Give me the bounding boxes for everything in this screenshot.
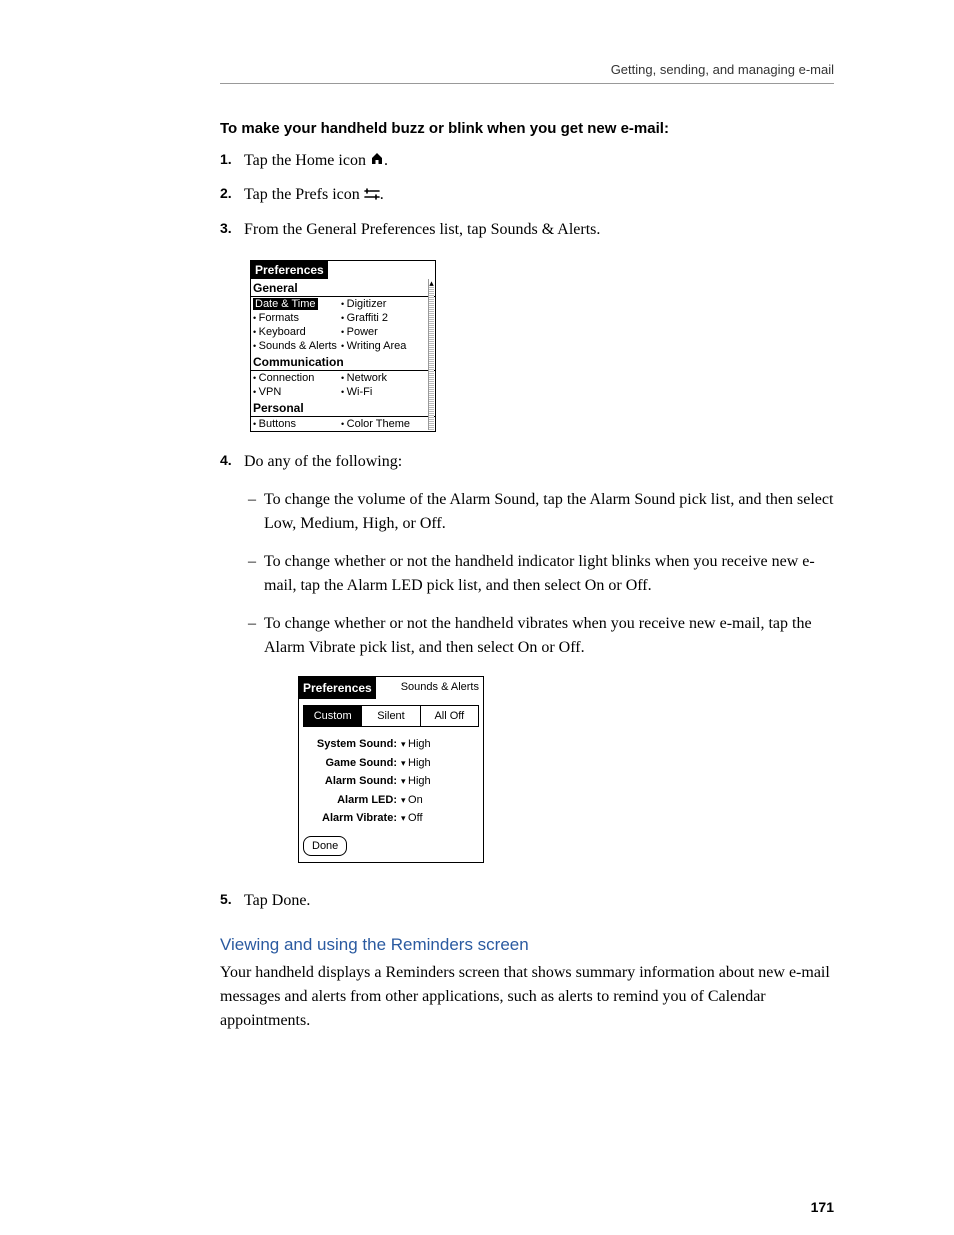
setting-label: Game Sound: xyxy=(305,755,401,772)
palm-section-communication: Communication xyxy=(251,353,435,371)
scroll-track[interactable] xyxy=(429,287,434,430)
substep-text: To change whether or not the handheld in… xyxy=(264,550,834,598)
setting-value-picklist[interactable]: High xyxy=(401,736,431,753)
step-number: 4. xyxy=(220,450,244,471)
pref-item-writing-area[interactable]: Writing Area xyxy=(341,340,406,352)
step-number: 3. xyxy=(220,218,244,239)
step-text: Tap Done. xyxy=(244,889,834,913)
substep-text: To change the volume of the Alarm Sound,… xyxy=(264,488,834,536)
task-title: To make your handheld buzz or blink when… xyxy=(220,120,834,137)
setting-value-picklist[interactable]: High xyxy=(401,773,431,790)
setting-label: Alarm Vibrate: xyxy=(305,810,401,827)
body-paragraph: Your handheld displays a Reminders scree… xyxy=(220,961,834,1033)
pref-item-graffiti[interactable]: Graffiti 2 xyxy=(341,312,388,324)
pref-item-buttons[interactable]: Buttons xyxy=(253,418,341,430)
screenshot-preferences-list: Preferences General Date & Time Digitizer… xyxy=(250,260,436,432)
pref-item-digitizer[interactable]: Digitizer xyxy=(341,298,386,310)
setting-alarm-vibrate: Alarm Vibrate:Off xyxy=(299,809,483,828)
page-number: 171 xyxy=(811,1199,834,1215)
done-button[interactable]: Done xyxy=(303,836,347,857)
step-text: Do any of the following: xyxy=(244,453,402,470)
setting-label: System Sound: xyxy=(305,736,401,753)
step-number: 5. xyxy=(220,889,244,910)
step-number: 1. xyxy=(220,149,244,170)
palm2-subtitle: Sounds & Alerts xyxy=(401,677,483,696)
palm-section-personal: Personal xyxy=(251,399,435,417)
pref-item-wifi[interactable]: Wi-Fi xyxy=(341,386,372,398)
pref-item-power[interactable]: Power xyxy=(341,326,378,338)
pref-item-date-time[interactable]: Date & Time xyxy=(253,298,318,310)
palm2-title: Preferences xyxy=(299,677,376,699)
tab-all-off[interactable]: All Off xyxy=(421,706,478,727)
screenshot-sounds-alerts: Preferences Sounds & Alerts Custom Silen… xyxy=(298,676,484,864)
setting-value-picklist[interactable]: On xyxy=(401,792,423,809)
scroll-up-icon[interactable]: ▴ xyxy=(429,279,434,287)
step-2: 2. Tap the Prefs icon . xyxy=(220,183,834,207)
step-text-post: . xyxy=(384,152,388,169)
home-icon xyxy=(370,149,384,173)
setting-label: Alarm LED: xyxy=(305,792,401,809)
step-text-post: . xyxy=(380,186,384,203)
running-header: Getting, sending, and managing e-mail xyxy=(220,62,834,84)
section-heading-reminders: Viewing and using the Reminders screen xyxy=(220,935,834,955)
pref-item-formats[interactable]: Formats xyxy=(253,312,341,324)
setting-alarm-sound: Alarm Sound:High xyxy=(299,772,483,791)
pref-item-connection[interactable]: Connection xyxy=(253,372,341,384)
substep: –To change whether or not the handheld i… xyxy=(244,550,834,598)
pref-item-color-theme[interactable]: Color Theme xyxy=(341,418,410,430)
step-1: 1. Tap the Home icon . xyxy=(220,149,834,173)
substep-text: To change whether or not the handheld vi… xyxy=(264,612,834,660)
palm-title: Preferences xyxy=(251,261,328,279)
pref-item-sounds-alerts[interactable]: Sounds & Alerts xyxy=(253,340,341,352)
palm2-tabs: Custom Silent All Off xyxy=(303,705,479,728)
step-number: 2. xyxy=(220,183,244,204)
substep: –To change the volume of the Alarm Sound… xyxy=(244,488,834,536)
prefs-icon xyxy=(364,184,380,208)
setting-game-sound: Game Sound:High xyxy=(299,754,483,773)
pref-item-vpn[interactable]: VPN xyxy=(253,386,341,398)
setting-value-picklist[interactable]: Off xyxy=(401,810,423,827)
tab-silent[interactable]: Silent xyxy=(362,706,420,727)
step-4: 4. Do any of the following: –To change t… xyxy=(220,450,834,880)
scrollbar[interactable]: ▴ xyxy=(428,279,434,430)
setting-value-picklist[interactable]: High xyxy=(401,755,431,772)
step-5: 5. Tap Done. xyxy=(220,889,834,913)
step-3: 3. From the General Preferences list, ta… xyxy=(220,218,834,242)
pref-item-network[interactable]: Network xyxy=(341,372,387,384)
step-text: Tap the Prefs icon xyxy=(244,186,364,203)
step-text: From the General Preferences list, tap S… xyxy=(244,218,834,242)
tab-custom[interactable]: Custom xyxy=(304,706,362,727)
step-text: Tap the Home icon xyxy=(244,152,370,169)
palm-section-general: General xyxy=(251,279,435,297)
setting-alarm-led: Alarm LED:On xyxy=(299,791,483,810)
setting-system-sound: System Sound:High xyxy=(299,735,483,754)
setting-label: Alarm Sound: xyxy=(305,773,401,790)
substep: –To change whether or not the handheld v… xyxy=(244,612,834,660)
pref-item-keyboard[interactable]: Keyboard xyxy=(253,326,341,338)
